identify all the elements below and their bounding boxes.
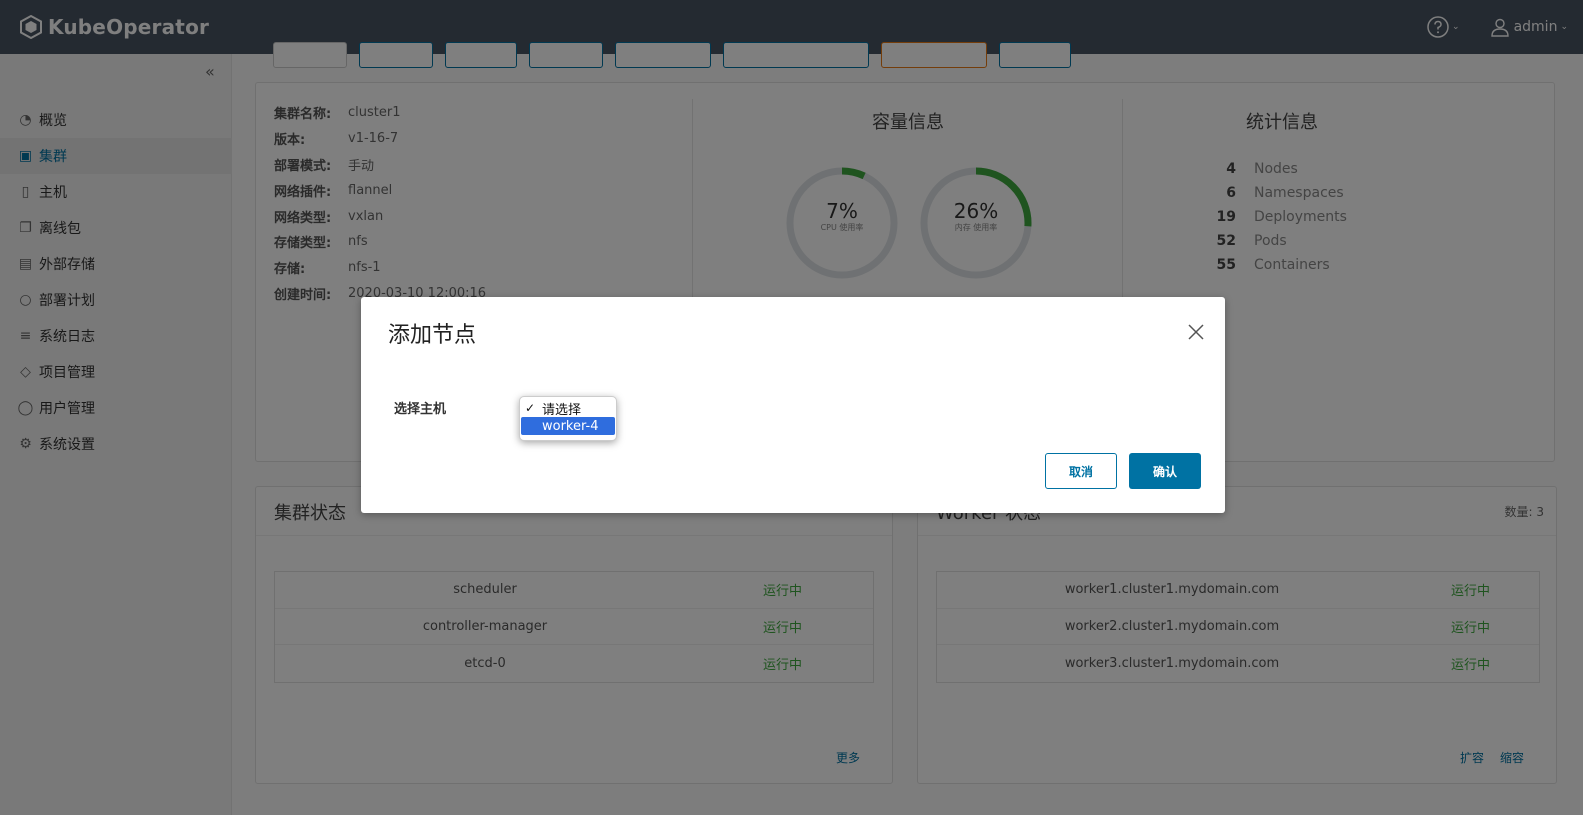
close-icon[interactable] — [1187, 323, 1205, 341]
option-label: worker-4 — [542, 418, 599, 434]
dialog-title: 添加节点 — [388, 323, 477, 348]
confirm-button[interactable]: 确认 — [1129, 453, 1201, 489]
option-worker-4[interactable]: worker-4 — [521, 417, 615, 435]
option-placeholder[interactable]: ✓ 请选择 — [521, 399, 615, 418]
cancel-button[interactable]: 取消 — [1045, 453, 1117, 489]
checkmark-icon: ✓ — [525, 401, 536, 415]
host-select-label: 选择主机 — [394, 402, 447, 417]
option-label: 请选择 — [542, 402, 582, 418]
add-node-dialog: 添加节点 选择主机 ✓ 请选择 worker-4 取消 确认 — [361, 297, 1225, 513]
host-select-dropdown[interactable]: ✓ 请选择 worker-4 — [519, 396, 617, 441]
